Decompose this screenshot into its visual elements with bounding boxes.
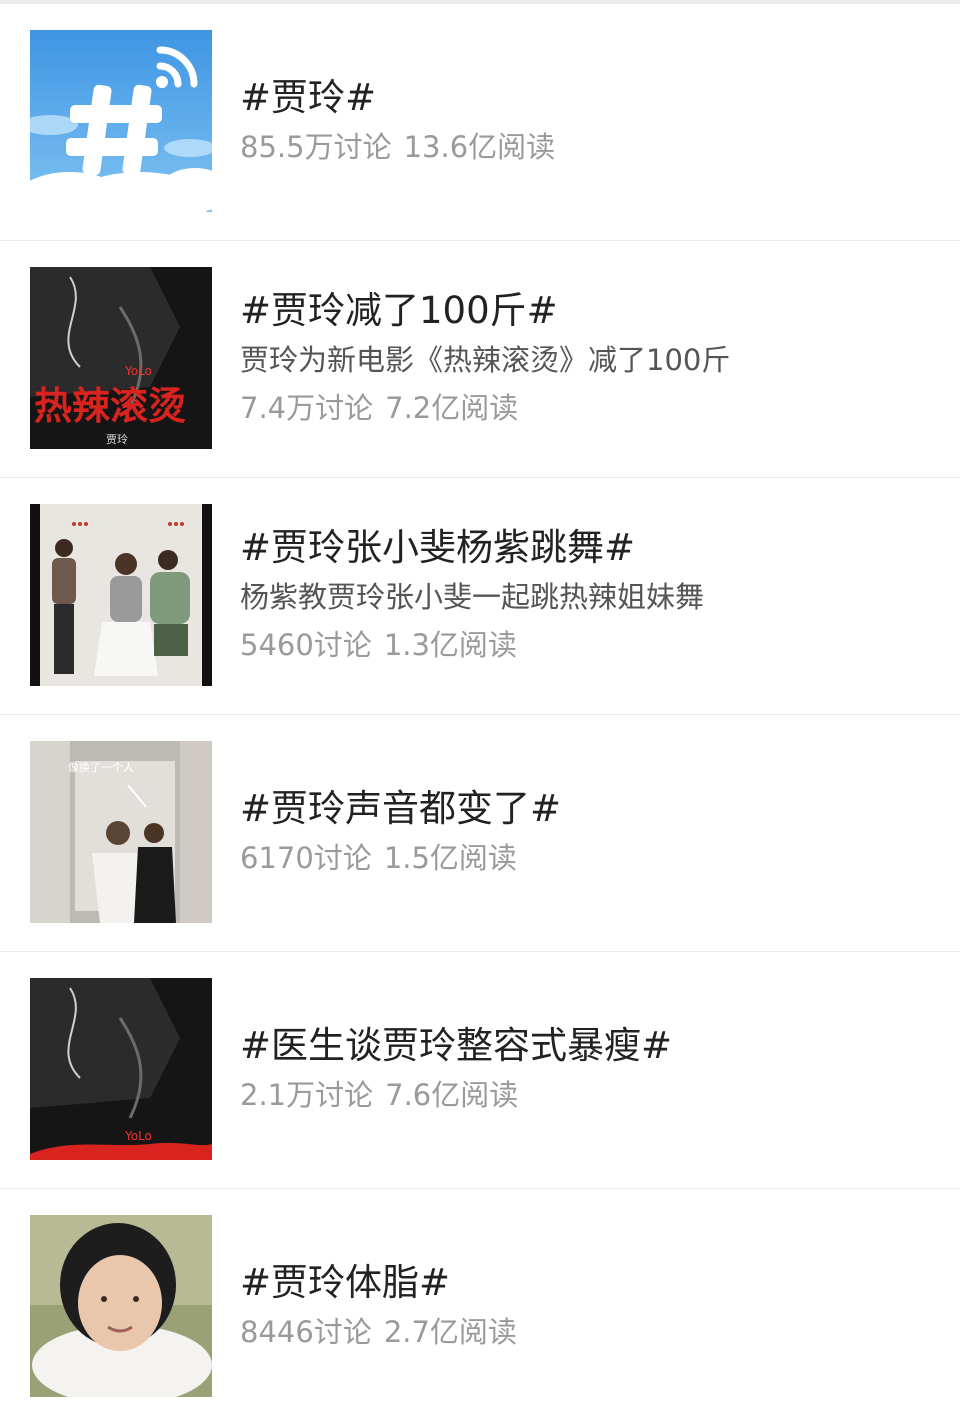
discussion-count: 6170讨论 — [240, 841, 372, 875]
topic-list: #贾玲# 85.5万讨论 13.6亿阅读 YoLo 热辣滚烫 贾玲 #贾玲减了10… — [0, 4, 960, 1425]
discussion-count: 7.4万讨论 — [240, 391, 374, 425]
hashtag-wifi-icon — [30, 30, 212, 212]
list-item[interactable]: #贾玲体脂# 8446讨论 2.7亿阅读 — [0, 1189, 960, 1425]
read-count: 7.2亿阅读 — [385, 391, 519, 425]
topic-title[interactable]: #贾玲声音都变了# — [240, 784, 940, 834]
topic-stats: 2.1万讨论 7.6亿阅读 — [240, 1071, 940, 1119]
topic-text: #贾玲张小斐杨紫跳舞# 杨紫教贾玲张小斐一起跳热辣姐妹舞 5460讨论 1.3亿阅… — [240, 478, 940, 714]
movie-poster-thumbnail: YoLo 热辣滚烫 贾玲 — [30, 267, 212, 449]
list-item[interactable]: YoLo #医生谈贾玲整容式暴瘦# 2.1万讨论 7.6亿阅读 — [0, 952, 960, 1189]
topic-text: #贾玲减了100斤# 贾玲为新电影《热辣滚烫》减了100斤 7.4万讨论 7.2亿… — [240, 241, 940, 477]
topic-text: #贾玲# 85.5万讨论 13.6亿阅读 — [240, 4, 940, 240]
topic-title[interactable]: #贾玲减了100斤# — [240, 286, 940, 336]
list-item[interactable]: YoLo 热辣滚烫 贾玲 #贾玲减了100斤# 贾玲为新电影《热辣滚烫》减了10… — [0, 241, 960, 478]
poster-brand: YoLo — [124, 1129, 152, 1143]
read-count: 1.5亿阅读 — [383, 841, 517, 875]
topic-description: 杨紫教贾玲张小斐一起跳热辣姐妹舞 — [240, 580, 705, 614]
movie-poster-thumbnail: YoLo — [30, 978, 212, 1160]
topic-title[interactable]: #贾玲张小斐杨紫跳舞# — [240, 523, 940, 573]
discussion-count: 2.1万讨论 — [240, 1078, 374, 1112]
poster-brand: YoLo — [124, 364, 152, 378]
read-count: 2.7亿阅读 — [383, 1315, 517, 1349]
read-count: 1.3亿阅读 — [383, 628, 517, 662]
topic-stats: 7.4万讨论 7.2亿阅读 — [240, 384, 940, 432]
topic-stats: 5460讨论 1.3亿阅读 — [240, 621, 940, 669]
topic-title[interactable]: #医生谈贾玲整容式暴瘦# — [240, 1021, 940, 1071]
topic-text: #贾玲声音都变了# 6170讨论 1.5亿阅读 — [240, 715, 940, 951]
topic-text: #医生谈贾玲整容式暴瘦# 2.1万讨论 7.6亿阅读 — [240, 952, 940, 1188]
discussion-count: 8446讨论 — [240, 1315, 372, 1349]
poster-credit: 贾玲 — [106, 433, 128, 446]
photo-caption: 像换了一个人 — [68, 760, 134, 774]
discussion-count: 85.5万讨论 — [240, 130, 392, 164]
dance-video-thumbnail — [30, 504, 212, 686]
topic-stats: 85.5万讨论 13.6亿阅读 — [240, 123, 940, 171]
read-count: 13.6亿阅读 — [403, 130, 556, 164]
list-item[interactable]: #贾玲# 85.5万讨论 13.6亿阅读 — [0, 4, 960, 241]
topic-description: 贾玲为新电影《热辣滚烫》减了100斤 — [240, 343, 731, 377]
poster-caption: 热辣滚烫 — [34, 383, 186, 428]
topic-title[interactable]: #贾玲# — [240, 73, 940, 123]
list-item[interactable]: #贾玲张小斐杨紫跳舞# 杨紫教贾玲张小斐一起跳热辣姐妹舞 5460讨论 1.3亿阅… — [0, 478, 960, 715]
topic-stats: 6170讨论 1.5亿阅读 — [240, 834, 940, 882]
portrait-thumbnail — [30, 1215, 212, 1397]
topic-title[interactable]: #贾玲体脂# — [240, 1258, 940, 1308]
read-count: 7.6亿阅读 — [385, 1078, 519, 1112]
list-item[interactable]: 像换了一个人 #贾玲声音都变了# 6170讨论 1.5亿阅读 — [0, 715, 960, 952]
topic-stats: 8446讨论 2.7亿阅读 — [240, 1308, 940, 1356]
discussion-count: 5460讨论 — [240, 628, 372, 662]
photo-thumbnail: 像换了一个人 — [30, 741, 212, 923]
topic-text: #贾玲体脂# 8446讨论 2.7亿阅读 — [240, 1189, 940, 1425]
